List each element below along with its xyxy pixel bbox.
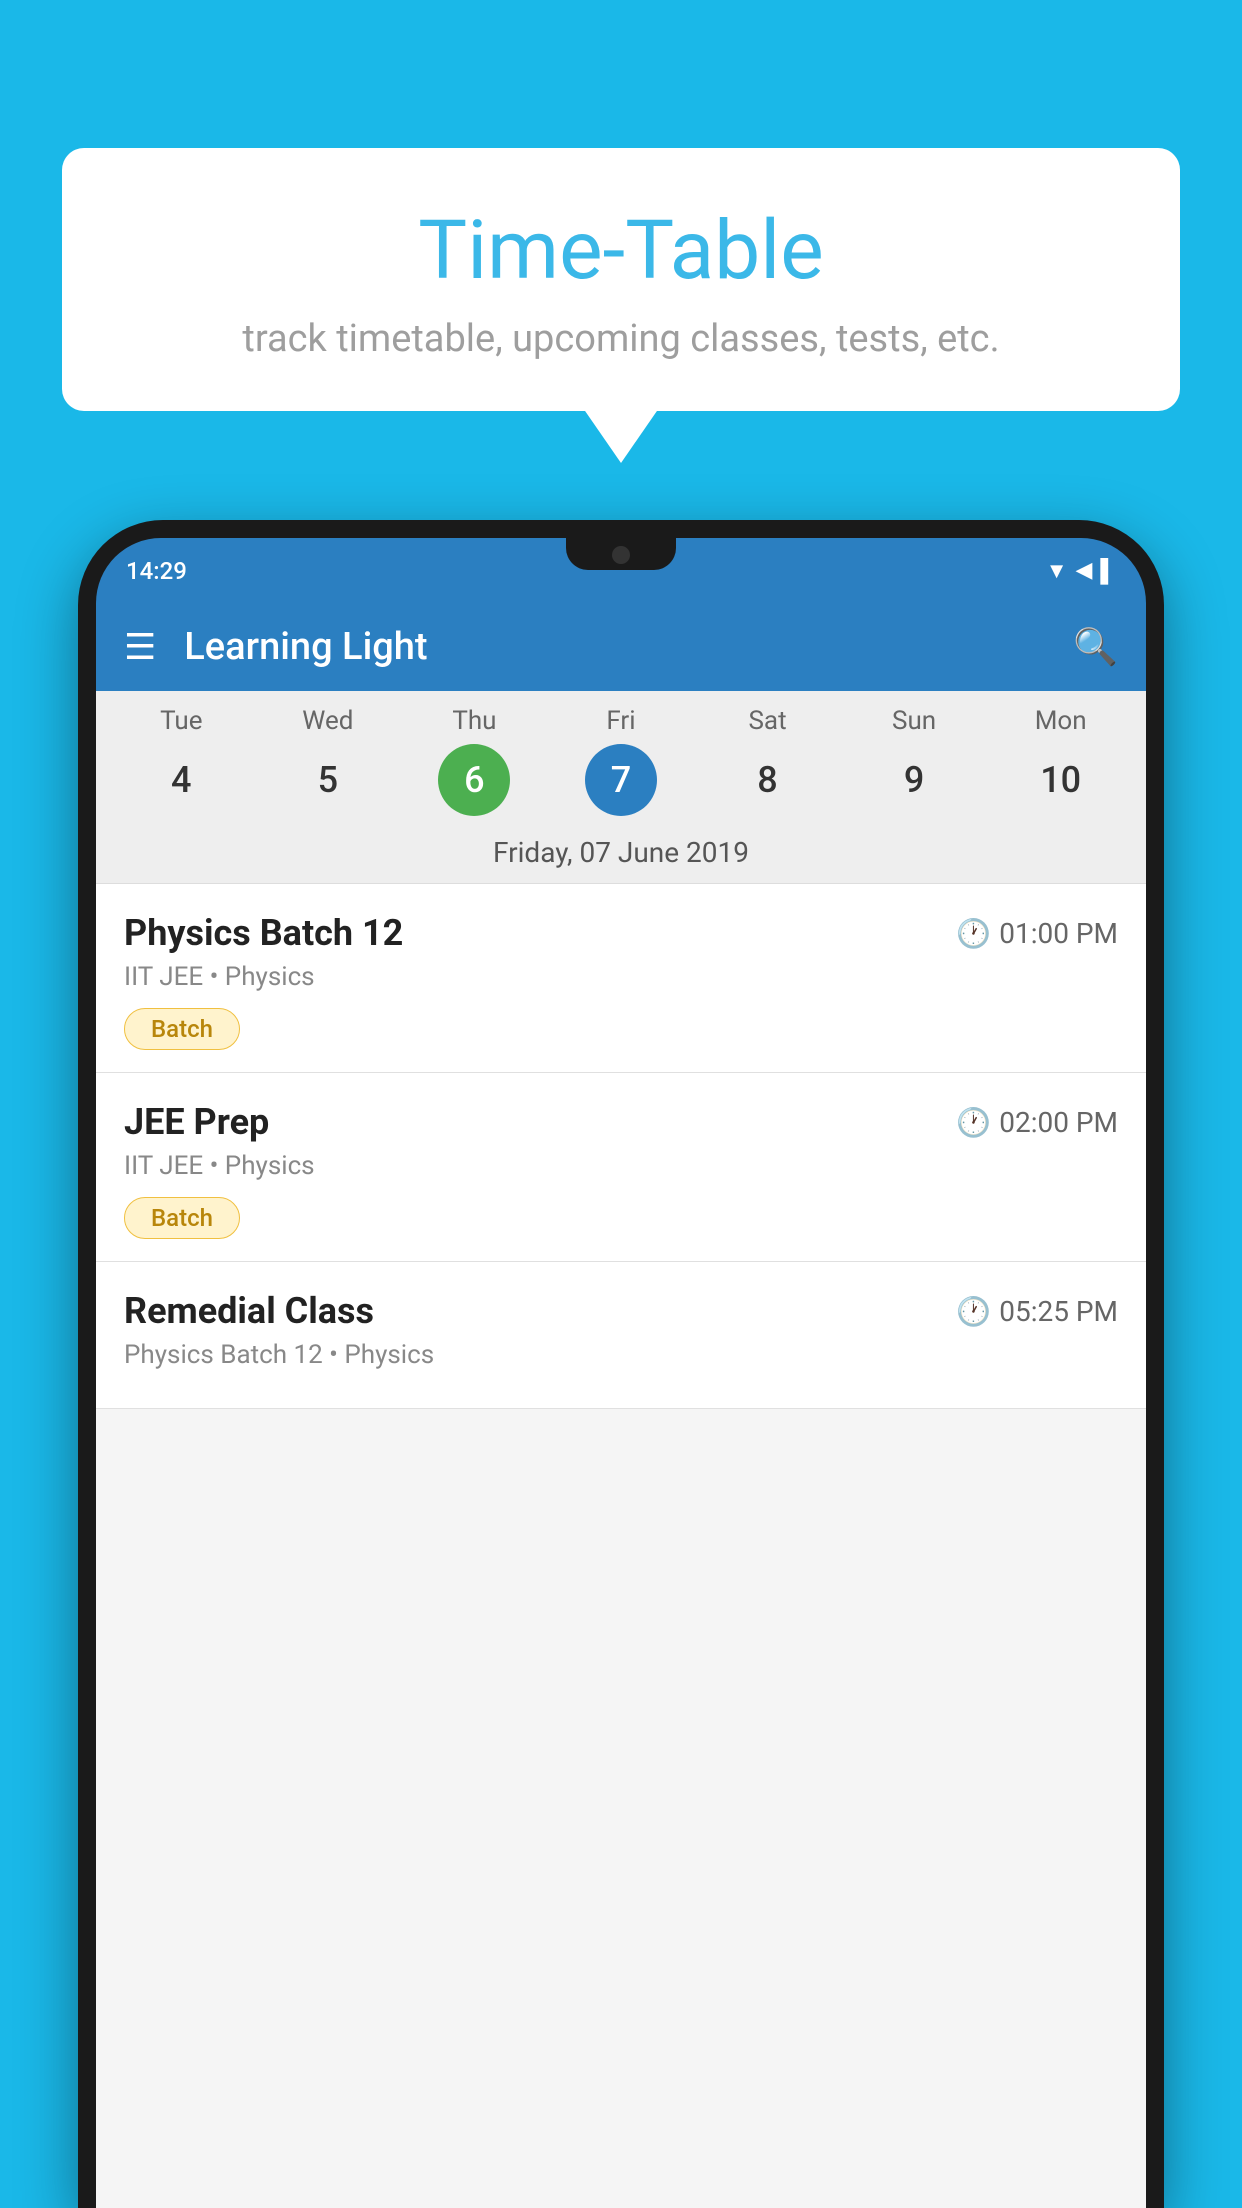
day-label: Sun [892,706,936,736]
app-header: ☰ Learning Light 🔍 [96,603,1146,691]
day-number: 6 [438,744,510,816]
schedule-item-sub: IIT JEE • Physics [124,962,1118,992]
schedule-item-header: Physics Batch 12 🕐01:00 PM [124,912,1118,954]
speech-bubble-title: Time-Table [102,203,1140,299]
day-number: 4 [145,744,217,816]
batch-tag: Batch [124,1008,240,1050]
calendar-day-cell[interactable]: Thu 6 [409,706,539,816]
schedule-item-header: Remedial Class 🕐05:25 PM [124,1290,1118,1332]
app-title: Learning Light [184,625,1073,669]
day-number: 9 [878,744,950,816]
schedule-item-time: 🕐01:00 PM [956,917,1118,950]
clock-icon: 🕐 [956,917,991,950]
calendar-strip: Tue 4 Wed 5 Thu 6 Fri 7 Sat 8 Sun 9 Mon 10 Friday, 07… [96,691,1146,884]
speech-bubble-subtitle: track timetable, upcoming classes, tests… [102,317,1140,361]
schedule-item[interactable]: JEE Prep 🕐02:00 PM IIT JEE • Physics Batch [96,1073,1146,1262]
phone-notch [566,538,676,570]
clock-icon: 🕐 [956,1106,991,1139]
calendar-day-cell[interactable]: Sun 9 [849,706,979,816]
calendar-days-row: Tue 4 Wed 5 Thu 6 Fri 7 Sat 8 Sun 9 Mon 10 [96,706,1146,816]
calendar-day-cell[interactable]: Tue 4 [116,706,246,816]
day-number: 10 [1025,744,1097,816]
calendar-day-cell[interactable]: Sat 8 [703,706,833,816]
day-label: Tue [160,706,202,736]
day-label: Fri [606,706,635,736]
schedule-item[interactable]: Physics Batch 12 🕐01:00 PM IIT JEE • Physi… [96,884,1146,1073]
clock-icon: 🕐 [956,1295,991,1328]
schedule-item-name: Remedial Class [124,1290,374,1332]
schedule-item[interactable]: Remedial Class 🕐05:25 PM Physics Batch 12 … [96,1262,1146,1409]
batch-tag: Batch [124,1197,240,1239]
status-time: 14:29 [126,557,187,585]
calendar-selected-date: Friday, 07 June 2019 [96,824,1146,884]
day-number: 8 [732,744,804,816]
wifi-icon: ▼ [1046,558,1068,584]
day-label: Thu [452,706,496,736]
calendar-day-cell[interactable]: Fri 7 [556,706,686,816]
speech-bubble: Time-Table track timetable, upcoming cla… [62,148,1180,411]
search-icon[interactable]: 🔍 [1073,626,1118,668]
schedule-item-time: 🕐05:25 PM [956,1295,1118,1328]
schedule-item-sub: Physics Batch 12 • Physics [124,1340,1118,1370]
day-label: Sat [748,706,786,736]
day-number: 5 [292,744,364,816]
phone-screen: ☰ Learning Light 🔍 Tue4Wed5Thu6Fri7Sat8S… [96,603,1146,2208]
calendar-day-cell[interactable]: Mon 10 [996,706,1126,816]
schedule-list: Physics Batch 12 🕐01:00 PM IIT JEE • Physi… [96,884,1146,1409]
schedule-item-name: JEE Prep [124,1101,269,1143]
schedule-item-header: JEE Prep 🕐02:00 PM [124,1101,1118,1143]
day-label: Mon [1035,706,1087,736]
battery-icon: ▌ [1100,558,1116,584]
schedule-item-name: Physics Batch 12 [124,912,403,954]
day-label: Wed [302,706,353,736]
phone-camera [612,546,630,564]
calendar-day-cell[interactable]: Wed 5 [263,706,393,816]
signal-icon: ◀ [1075,558,1092,583]
hamburger-icon[interactable]: ☰ [124,629,156,665]
schedule-item-time: 🕐02:00 PM [956,1106,1118,1139]
status-icons: ▼ ◀ ▌ [1046,558,1116,584]
speech-bubble-container: Time-Table track timetable, upcoming cla… [62,148,1180,411]
phone-status-bar: 14:29 ▼ ◀ ▌ [96,538,1146,603]
phone-frame: 14:29 ▼ ◀ ▌ ☰ Learning Light 🔍 Tue4Wed5T… [78,520,1164,2208]
schedule-item-sub: IIT JEE • Physics [124,1151,1118,1181]
day-number: 7 [585,744,657,816]
